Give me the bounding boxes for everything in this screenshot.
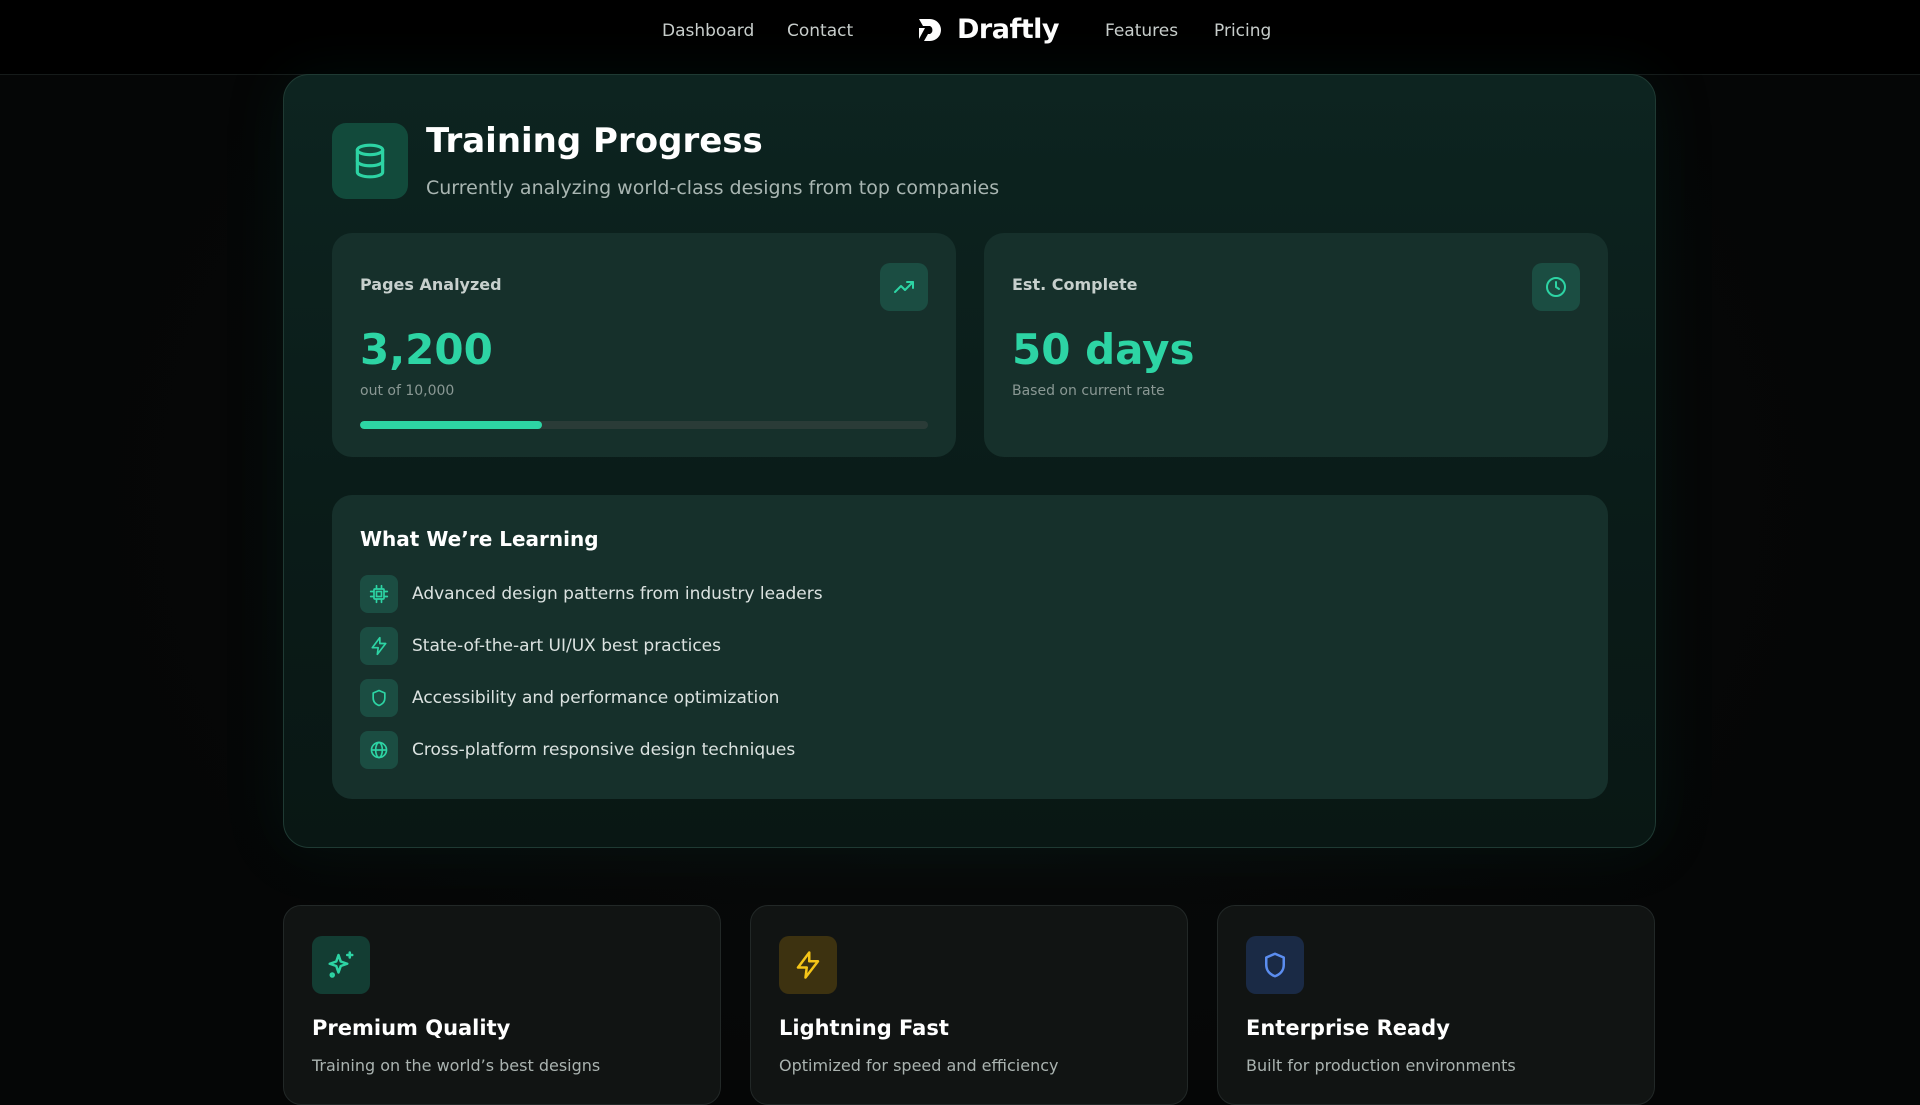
database-icon: [332, 123, 408, 199]
draftly-logo-icon: [915, 15, 945, 45]
feature-title: Premium Quality: [312, 1016, 510, 1040]
learning-item-text: Accessibility and performance optimizati…: [412, 688, 779, 708]
pages-progress-fill: [360, 421, 542, 429]
nav-dashboard-link[interactable]: Dashboard: [662, 21, 754, 41]
feature-card-premium: Premium Quality Training on the world’s …: [283, 905, 721, 1105]
learning-item: Cross-platform responsive design techniq…: [360, 731, 795, 769]
shield-icon: [360, 679, 398, 717]
est-complete-note: Based on current rate: [1012, 383, 1165, 399]
learning-panel: What We’re Learning Advanced design patt…: [332, 495, 1608, 799]
learning-item: Accessibility and performance optimizati…: [360, 679, 779, 717]
pages-analyzed-card: Pages Analyzed 3,200 out of 10,000: [332, 233, 956, 457]
clock-icon: [1532, 263, 1580, 311]
est-complete-label: Est. Complete: [1012, 275, 1137, 294]
pages-analyzed-value: 3,200: [360, 325, 493, 374]
feature-card-fast: Lightning Fast Optimized for speed and e…: [750, 905, 1188, 1105]
feature-description: Training on the world’s best designs: [312, 1056, 600, 1075]
est-complete-card: Est. Complete 50 days Based on current r…: [984, 233, 1608, 457]
cpu-icon: [360, 575, 398, 613]
nav-contact-link[interactable]: Contact: [787, 21, 853, 41]
training-progress-card: Training Progress Currently analyzing wo…: [283, 74, 1656, 848]
zap-icon: [360, 627, 398, 665]
feature-title: Lightning Fast: [779, 1016, 949, 1040]
feature-card-enterprise: Enterprise Ready Built for production en…: [1217, 905, 1655, 1105]
learning-title: What We’re Learning: [360, 527, 599, 551]
top-nav: Dashboard Contact Draftly Features Prici…: [0, 0, 1920, 75]
brand[interactable]: Draftly: [915, 14, 1059, 45]
learning-item: Advanced design patterns from industry l…: [360, 575, 823, 613]
feature-description: Built for production environments: [1246, 1056, 1516, 1075]
brand-name: Draftly: [957, 14, 1059, 45]
pages-analyzed-total: out of 10,000: [360, 383, 454, 399]
pages-progress-bar: [360, 421, 928, 429]
zap-icon: [779, 936, 837, 994]
trending-up-icon: [880, 263, 928, 311]
shield-icon: [1246, 936, 1304, 994]
feature-description: Optimized for speed and efficiency: [779, 1056, 1058, 1075]
feature-title: Enterprise Ready: [1246, 1016, 1450, 1040]
page-title: Training Progress: [426, 121, 763, 161]
globe-icon: [360, 731, 398, 769]
nav-pricing-link[interactable]: Pricing: [1214, 21, 1271, 41]
learning-item-text: Cross-platform responsive design techniq…: [412, 740, 795, 760]
sparkles-icon: [312, 936, 370, 994]
pages-analyzed-label: Pages Analyzed: [360, 275, 502, 294]
learning-item: State-of-the-art UI/UX best practices: [360, 627, 721, 665]
est-complete-value: 50 days: [1012, 325, 1195, 374]
nav-features-link[interactable]: Features: [1105, 21, 1178, 41]
page-subtitle: Currently analyzing world-class designs …: [426, 177, 999, 199]
learning-item-text: State-of-the-art UI/UX best practices: [412, 636, 721, 656]
learning-item-text: Advanced design patterns from industry l…: [412, 584, 823, 604]
